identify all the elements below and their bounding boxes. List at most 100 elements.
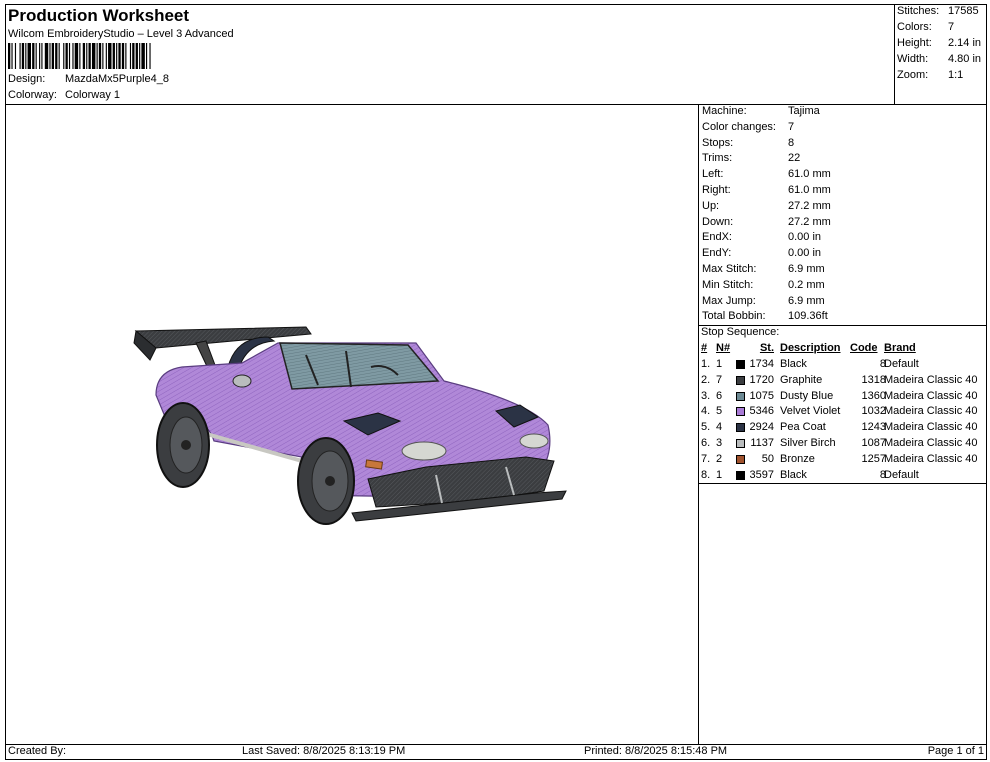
color-swatch: [736, 360, 745, 369]
software-subtitle: Wilcom EmbroideryStudio – Level 3 Advanc…: [8, 28, 234, 40]
machine-info-label: Left:: [702, 168, 724, 181]
color-swatch: [736, 470, 745, 480]
machine-info-label: Max Stitch:: [702, 263, 757, 275]
summary-stitches-value: 17585: [948, 5, 979, 17]
stop-sequence-row: 3. 6 1075 Dusty Blue 1360 Madeira Classic 40: [700, 389, 990, 405]
machine-info-value: 6.9 mm: [788, 294, 825, 307]
design-value: MazdaMx5Purple4_8: [65, 73, 169, 85]
stop-sequence-row: 6. 3 1137 Silver Birch 1087 Madeira Classic 4…: [700, 436, 990, 452]
colorway-label: Colorway:: [8, 89, 57, 101]
barcode-bar: [68, 43, 71, 69]
sequence-stitches: 2924: [749, 421, 774, 434]
sequence-num: 4.: [701, 405, 711, 418]
sequence-brand: Madeira Classic 40: [884, 373, 978, 386]
machine-info: Machine: Tajima Color changes: 7 Stops: 8 Trim…: [700, 104, 986, 326]
stop-sequence-row: 5. 4 2924 Pea Coat 1243 Madeira Classic 40: [700, 420, 990, 436]
sequence-num: 7.: [701, 452, 711, 465]
barcode-bar: [112, 43, 115, 69]
footer-printed: Printed: 8/8/2025 8:15:48 PM: [584, 745, 728, 757]
summary-width: Width:: [897, 53, 929, 65]
colorway-value: Colorway 1: [65, 89, 121, 101]
stop-sequence-row: 1. 1 1734 Black 8 Default: [700, 357, 990, 373]
barcode-bar: [88, 43, 91, 69]
summary-height-value: 2.14 in: [948, 37, 982, 49]
sequence-needle: 5: [716, 405, 723, 418]
barcode-bar: [86, 43, 88, 69]
barcode-bar: [32, 43, 35, 69]
machine-info-label: Color changes:: [702, 120, 776, 133]
barcode-bar: [74, 43, 79, 69]
machine-info-value: 27.2 mm: [788, 215, 831, 228]
barcode-bar: [108, 43, 112, 69]
col-description: Description: [780, 342, 841, 354]
machine-info-label: Trims:: [702, 152, 733, 165]
barcode-bar: [118, 43, 121, 69]
stop-sequence-row: 7. 2 50 Bronze 1257 Madeira Classic 40: [700, 452, 990, 468]
barcode-bar: [91, 43, 96, 69]
sequence-description: Black: [780, 358, 807, 370]
sequence-code: 1360: [861, 389, 886, 402]
machine-info-label: EndX:: [702, 231, 732, 244]
barcode-bar: [11, 43, 13, 69]
sequence-stitches: 1734: [749, 358, 774, 370]
summary-width-value: 4.80 in: [948, 53, 982, 65]
barcode-bar: [146, 43, 148, 69]
machine-info-label: Stops:: [702, 136, 734, 149]
footer-created-by: Created By:: [8, 745, 67, 757]
sequence-description: Bronze: [780, 452, 815, 465]
col-code: Code: [850, 342, 878, 354]
barcode-bar: [129, 43, 132, 69]
summary-zoom-value: 1:1: [948, 69, 964, 81]
sequence-num: 1.: [701, 358, 711, 370]
barcode-bar: [49, 43, 51, 69]
page-title: Production Worksheet: [8, 6, 190, 25]
barcode-bar: [141, 43, 145, 69]
barcode-bar: [79, 43, 81, 69]
sequence-code: 1318: [861, 373, 886, 386]
front-wheel: [297, 437, 355, 525]
barcode-bar: [72, 43, 74, 69]
barcode-bar: [35, 43, 37, 69]
sequence-divider: [698, 483, 987, 484]
machine-info-label: Machine:: [702, 105, 747, 117]
machine-info-value: 61.0 mm: [788, 168, 831, 181]
sequence-brand: Madeira Classic 40: [884, 452, 978, 465]
barcode-bar: [96, 43, 98, 69]
design-preview: [133, 326, 567, 525]
machine-info-value: 27.2 mm: [788, 199, 831, 212]
barcode-bar: [19, 43, 21, 69]
machine-info-label: Max Jump:: [702, 294, 756, 307]
color-swatch: [736, 375, 745, 385]
design-label: Design:: [8, 73, 46, 85]
sequence-code: 1243: [861, 421, 886, 434]
machine-info-value: 6.9 mm: [788, 263, 825, 275]
barcode-bar: [25, 43, 27, 69]
sequence-needle: 3: [716, 437, 723, 449]
sequence-code: 1032: [861, 405, 886, 418]
sequence-needle: 2: [716, 452, 723, 465]
sequence-code: 1257: [861, 452, 886, 465]
col-st: St.: [759, 342, 774, 354]
col-brand: Brand: [884, 342, 916, 354]
barcode-bar: [27, 43, 31, 69]
stop-sequence-row: 2. 7 1720 Graphite 1318 Madeira Classic 40: [700, 373, 990, 389]
machine-info-label: Min Stitch:: [702, 278, 754, 291]
barcode-bar: [116, 43, 118, 69]
sequence-stitches: 1720: [749, 373, 774, 386]
sequence-description: Pea Coat: [780, 421, 826, 434]
stop-sequence-list: 1. 1 1734 Black 8 Default 2. 7 1720 Graphite 1318 M…: [700, 357, 986, 483]
barcode-bar: [135, 43, 138, 69]
barcode-bar: [8, 43, 11, 69]
barcode-bar: [121, 43, 125, 69]
machine-info-value: 109.36ft: [788, 310, 828, 323]
sequence-description: Dusty Blue: [780, 389, 834, 402]
machine-info-label: Total Bobbin:: [702, 310, 766, 323]
sequence-stitches: 1075: [749, 389, 774, 402]
barcode: [8, 43, 151, 69]
sequence-num: 2.: [701, 373, 711, 386]
barcode-bar: [58, 43, 60, 69]
machine-info-value: 0.00 in: [788, 231, 822, 244]
col-num: #: [701, 342, 708, 354]
barcode-bar: [39, 43, 41, 69]
barcode-bar: [14, 43, 17, 69]
